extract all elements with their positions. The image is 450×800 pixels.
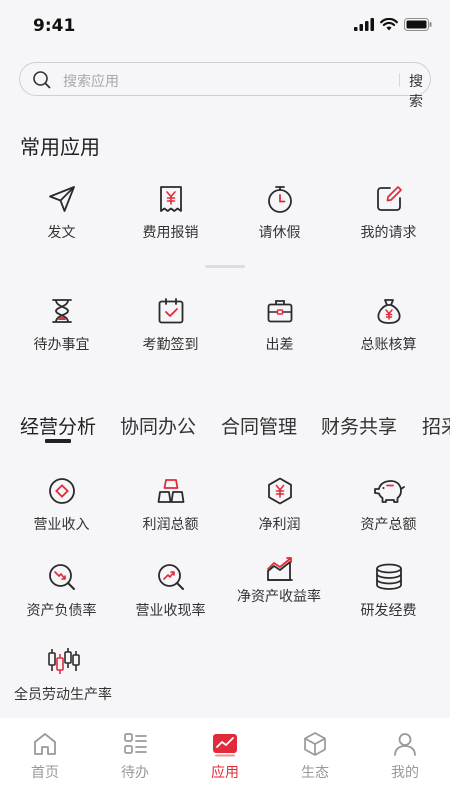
status-bar: 9:41: [0, 0, 450, 50]
search-bar[interactable]: 搜索应用 搜索: [19, 62, 431, 110]
money-bag-icon: [377, 299, 400, 324]
metrics-row-1: 营业收入 利润总额 净利润 资产总额: [7, 476, 443, 536]
search-button[interactable]: 搜索: [409, 71, 430, 111]
search-icon: [33, 71, 51, 89]
metric-labor-productivity[interactable]: 全员劳动生产率: [7, 646, 119, 704]
metric-label: 全员劳动生产率: [14, 687, 112, 703]
metric-rd-expense[interactable]: 研发经费: [334, 562, 443, 620]
nav-item-todo[interactable]: 待办: [90, 730, 180, 782]
briefcase-icon: [267, 300, 292, 323]
metric-debt-ratio[interactable]: 资产负债率: [7, 562, 116, 620]
nav-item-ecosystem[interactable]: 生态: [270, 730, 360, 782]
app-item-business-trip[interactable]: 出差: [225, 296, 334, 354]
wifi-icon: [380, 18, 398, 31]
nav-item-profile[interactable]: 我的: [360, 730, 450, 782]
metrics-row-3: 全员劳动生产率: [7, 646, 443, 706]
metrics-row-2: 资产负债率 营业收现率 净资产收益率 研发经费: [7, 557, 443, 622]
home-icon: [34, 733, 56, 755]
yen-hexagon-icon: [267, 477, 292, 505]
nav-item-home[interactable]: 首页: [0, 730, 90, 782]
coin-stack-icon: [375, 563, 402, 590]
stopwatch-icon: [267, 186, 292, 213]
nav-item-apps[interactable]: 应用: [180, 730, 270, 782]
common-apps-row-1: 发文 费用报销 请休假 我的请求: [7, 184, 443, 244]
app-item-send-doc[interactable]: 发文: [7, 184, 116, 242]
app-item-expense[interactable]: 费用报销: [116, 184, 225, 242]
metric-cash-ratio[interactable]: 营业收现率: [116, 562, 225, 620]
metric-label: 资产负债率: [26, 603, 97, 619]
metric-label: 利润总额: [142, 517, 199, 533]
app-item-ledger[interactable]: 总账核算: [334, 296, 443, 354]
search-divider: [399, 73, 400, 87]
edit-icon: [376, 186, 402, 211]
nav-label: 首页: [31, 765, 59, 781]
status-icons: [354, 18, 432, 31]
app-item-label: 我的请求: [360, 225, 417, 241]
metric-label: 营业收入: [33, 517, 90, 533]
app-item-label: 出差: [265, 337, 294, 353]
metric-roe[interactable]: 净资产收益率: [225, 556, 334, 609]
tab-underline: [45, 439, 71, 443]
signal-icon: [354, 18, 374, 31]
tab-business-analysis[interactable]: 经营分析: [20, 412, 96, 439]
calendar-check-icon: [158, 298, 183, 324]
trend-up-search-icon: [157, 564, 184, 590]
user-icon: [394, 733, 416, 756]
send-icon: [48, 186, 75, 212]
nav-label: 应用: [211, 765, 239, 781]
tab-contract[interactable]: 合同管理: [221, 412, 297, 439]
metric-label: 资产总额: [360, 517, 417, 533]
metric-label: 净利润: [258, 517, 301, 533]
app-item-label: 待办事宜: [33, 337, 90, 353]
app-item-label: 发文: [47, 225, 76, 241]
apps-chart-icon: [213, 734, 237, 757]
nav-label: 我的: [391, 765, 419, 781]
tab-collaboration[interactable]: 协同办公: [120, 412, 196, 439]
app-item-leave[interactable]: 请休假: [225, 184, 334, 242]
nav-label: 生态: [301, 765, 329, 781]
common-apps-row-2: 待办事宜 考勤签到 出差 总账核算: [7, 296, 443, 356]
todo-list-icon: [124, 733, 147, 754]
app-item-label: 总账核算: [360, 337, 417, 353]
tab-procurement[interactable]: 招采: [422, 412, 450, 439]
metric-revenue[interactable]: 营业收入: [7, 476, 116, 534]
section-title-common-apps: 常用应用: [20, 135, 100, 159]
hourglass-icon: [51, 299, 72, 323]
receipt-icon: [159, 186, 182, 212]
metric-label: 净资产收益率: [237, 589, 321, 605]
nav-label: 待办: [121, 765, 149, 781]
diamond-circle-icon: [48, 478, 75, 504]
app-item-attendance[interactable]: 考勤签到: [116, 296, 225, 354]
piggy-bank-icon: [373, 480, 405, 503]
gold-bars-icon: [157, 479, 184, 503]
metric-total-assets[interactable]: 资产总额: [334, 476, 443, 534]
search-input[interactable]: 搜索应用: [63, 71, 119, 91]
trend-down-search-icon: [48, 564, 75, 590]
app-item-my-requests[interactable]: 我的请求: [334, 184, 443, 242]
battery-icon: [404, 18, 432, 31]
area-chart-icon: [266, 557, 293, 581]
app-item-label: 考勤签到: [142, 337, 199, 353]
metric-net-profit[interactable]: 净利润: [225, 476, 334, 534]
app-item-label: 请休假: [258, 225, 301, 241]
app-item-todo[interactable]: 待办事宜: [7, 296, 116, 354]
candlestick-icon: [48, 648, 80, 674]
app-item-label: 费用报销: [142, 225, 199, 241]
metric-label: 研发经费: [360, 603, 417, 619]
bottom-nav: 首页 待办 应用 生态 我的: [0, 718, 450, 800]
metric-label: 营业收现率: [135, 603, 206, 619]
page-indicator: [205, 265, 245, 268]
status-time: 9:41: [33, 16, 76, 36]
tab-finance-sharing[interactable]: 财务共享: [321, 412, 397, 439]
cube-icon: [304, 732, 326, 756]
metric-total-profit[interactable]: 利润总额: [116, 476, 225, 534]
